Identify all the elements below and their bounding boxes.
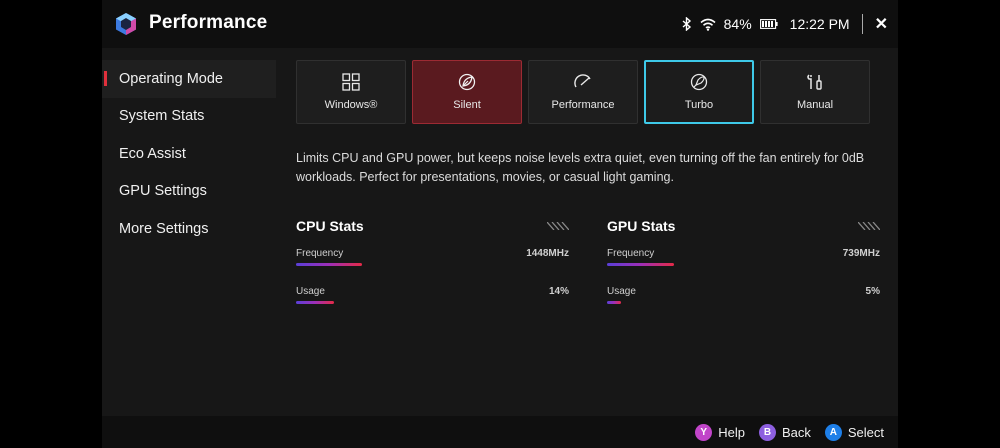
mode-label: Manual <box>796 99 834 111</box>
status-area: 84% 12:22 PM ✕ <box>682 0 888 48</box>
leaf-icon <box>458 73 476 91</box>
mode-manual-button[interactable]: Manual <box>760 60 870 124</box>
cpu-stats-title: CPU Stats <box>296 218 364 234</box>
gpu-usage-label: Usage <box>607 286 636 297</box>
help-label: Help <box>718 424 745 440</box>
sidebar-item-label: More Settings <box>119 220 209 237</box>
gpu-frequency-bar <box>607 263 674 266</box>
windows-grid-icon <box>342 73 360 91</box>
mode-windows-button[interactable]: Windows® <box>296 60 406 124</box>
app-logo-icon <box>116 13 136 35</box>
cpu-usage-bar <box>296 301 334 304</box>
gpu-stats-title: GPU Stats <box>607 218 676 234</box>
back-label: Back <box>781 424 811 440</box>
cpu-frequency-bar <box>296 263 362 266</box>
y-button-icon: Y <box>695 423 713 441</box>
sidebar: Operating Mode System Stats Eco Assist G… <box>102 60 276 248</box>
battery-icon <box>759 19 778 29</box>
b-button-icon: B <box>758 423 776 441</box>
sidebar-item-label: GPU Settings <box>119 183 207 200</box>
sidebar-item-label: System Stats <box>119 108 205 125</box>
gpu-usage-bar <box>607 301 621 304</box>
cpu-usage-row: Usage 14% <box>296 286 569 310</box>
bluetooth-icon <box>682 17 691 31</box>
header-bar: Performance 84% 12:22 PM ✕ <box>102 0 898 48</box>
gpu-frequency-row: Frequency 739MHz <box>607 248 880 272</box>
stripes-icon <box>547 222 569 230</box>
gpu-frequency-value: 739MHz <box>842 248 880 259</box>
select-hint[interactable]: A Select <box>824 423 884 441</box>
sidebar-item-operating-mode[interactable]: Operating Mode <box>102 60 276 98</box>
close-icon[interactable]: ✕ <box>875 14 888 34</box>
gpu-frequency-label: Frequency <box>607 248 655 259</box>
wifi-icon <box>700 18 716 31</box>
cpu-frequency-row: Frequency 1448MHz <box>296 248 569 272</box>
sidebar-item-more-settings[interactable]: More Settings <box>102 210 276 248</box>
battery-percent: 84% <box>723 16 752 32</box>
sidebar-item-label: Operating Mode <box>119 70 223 87</box>
gpu-stats: GPU Stats Frequency 739MHz Usage 5% <box>607 218 880 310</box>
cpu-usage-label: Usage <box>296 286 325 297</box>
header-divider <box>861 14 863 34</box>
cpu-stats: CPU Stats Frequency 1448MHz Usage 14% <box>296 218 569 310</box>
cpu-frequency-label: Frequency <box>296 248 344 259</box>
mode-label: Windows® <box>324 99 378 111</box>
mode-performance-button[interactable]: Performance <box>528 60 638 124</box>
stripes-icon <box>858 222 880 230</box>
cpu-frequency-value: 1448MHz <box>526 248 569 259</box>
mode-description: Limits CPU and GPU power, but keeps nois… <box>296 151 865 184</box>
cpu-usage-value: 14% <box>548 286 569 297</box>
sidebar-item-system-stats[interactable]: System Stats <box>102 98 276 136</box>
sidebar-item-label: Eco Assist <box>119 145 186 162</box>
gpu-usage-row: Usage 5% <box>607 286 880 310</box>
select-label: Select <box>847 424 884 440</box>
mode-silent-button[interactable]: Silent <box>412 60 522 124</box>
mode-label: Silent <box>453 99 481 111</box>
tools-icon <box>807 74 822 90</box>
footer-bar: Y Help B Back A Select <box>102 416 898 448</box>
gpu-usage-value: 5% <box>865 286 880 297</box>
back-hint[interactable]: B Back <box>758 423 811 441</box>
sidebar-item-eco-assist[interactable]: Eco Assist <box>102 135 276 173</box>
mode-selector: Windows® Silent Performance Turbo Manual <box>296 60 882 124</box>
mode-turbo-button[interactable]: Turbo <box>644 60 754 124</box>
help-hint[interactable]: Y Help <box>695 423 745 441</box>
main-content: Windows® Silent Performance Turbo Manual… <box>296 60 882 304</box>
sidebar-item-gpu-settings[interactable]: GPU Settings <box>102 173 276 211</box>
page-title: Performance <box>149 12 268 33</box>
clock-time: 12:22 PM <box>789 16 850 32</box>
mode-label: Turbo <box>684 99 714 111</box>
button-hints: Y Help B Back A Select <box>695 416 884 448</box>
app-window: Performance 84% 12:22 PM ✕ Operating Mod… <box>102 0 898 448</box>
rocket-icon <box>690 73 708 91</box>
a-button-icon: A <box>824 423 842 441</box>
gauge-icon <box>574 74 591 88</box>
mode-label: Performance <box>551 99 615 111</box>
